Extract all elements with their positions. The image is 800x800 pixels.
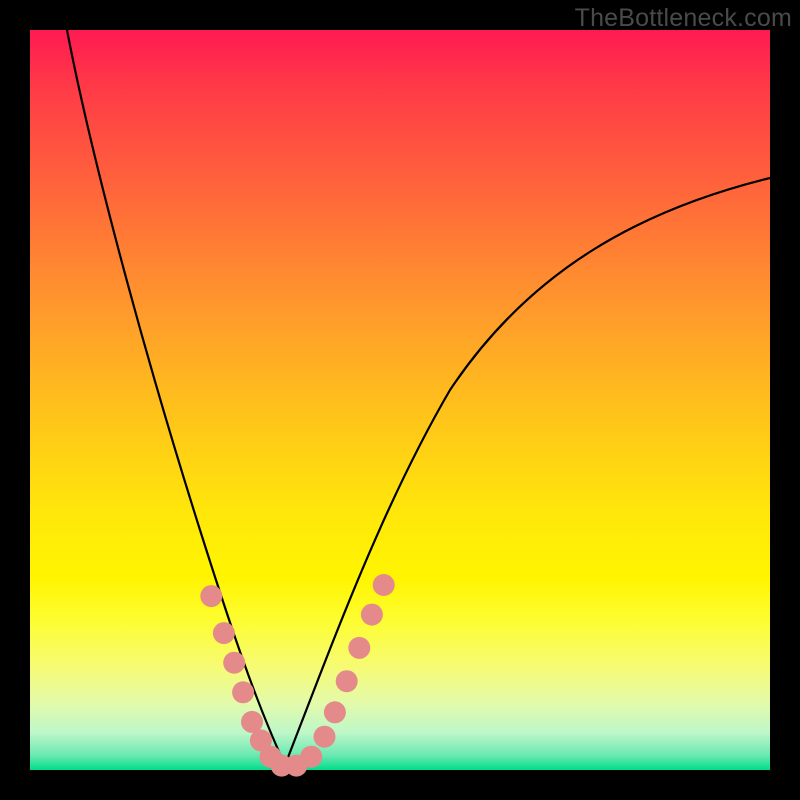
- data-marker: [361, 604, 383, 626]
- data-marker: [223, 652, 245, 674]
- data-marker: [300, 746, 322, 768]
- plot-area: [30, 30, 770, 770]
- data-marker: [314, 726, 336, 748]
- curve-right: [285, 178, 770, 765]
- chart-svg: [30, 30, 770, 770]
- data-marker: [373, 574, 395, 596]
- data-marker: [213, 622, 235, 644]
- data-marker: [348, 637, 370, 659]
- curve-left: [67, 30, 285, 765]
- data-marker: [324, 701, 346, 723]
- marker-group: [200, 574, 394, 777]
- data-marker: [200, 585, 222, 607]
- curve-group: [67, 30, 770, 765]
- watermark-text: TheBottleneck.com: [575, 4, 792, 33]
- data-marker: [336, 670, 358, 692]
- data-marker: [232, 681, 254, 703]
- frame: TheBottleneck.com: [0, 0, 800, 800]
